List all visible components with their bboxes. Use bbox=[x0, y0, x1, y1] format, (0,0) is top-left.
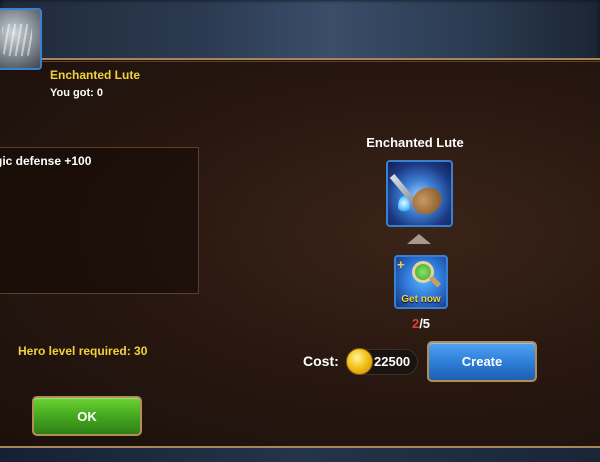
create-button-label: Create bbox=[461, 354, 503, 369]
craft-target-title: Enchanted Lute bbox=[366, 135, 464, 150]
owned-count: You got: 0 bbox=[50, 87, 103, 99]
material-count: 2/5 bbox=[394, 316, 448, 331]
background-scene-bottom bbox=[0, 448, 600, 462]
lute-icon[interactable] bbox=[0, 8, 42, 70]
lute-body bbox=[407, 182, 447, 220]
cost-value: 22500 bbox=[374, 354, 411, 369]
ok-button-label: OK bbox=[77, 408, 97, 424]
create-button[interactable]: Create bbox=[427, 341, 537, 382]
magnifier-handle bbox=[428, 275, 442, 288]
background-scene bbox=[0, 0, 600, 62]
material-need: /5 bbox=[419, 316, 431, 331]
get-now-label: Get now bbox=[401, 294, 441, 305]
item-title: Enchanted Lute bbox=[50, 68, 141, 82]
gold-coin-icon bbox=[346, 348, 373, 375]
lute-strings bbox=[2, 24, 32, 56]
up-arrow-icon bbox=[407, 234, 431, 244]
stat-line: gic defense +100 bbox=[0, 154, 92, 168]
hero-level-required: Hero level required: 30 bbox=[18, 344, 148, 358]
ok-button[interactable]: OK bbox=[32, 396, 142, 436]
get-now-slot[interactable]: + Get now bbox=[394, 255, 448, 309]
cost-label: Cost: bbox=[303, 353, 339, 369]
stats-box bbox=[0, 147, 199, 294]
plus-icon: + bbox=[397, 257, 405, 272]
magic-flame bbox=[398, 196, 410, 214]
enchanted-lute-icon[interactable] bbox=[386, 160, 453, 227]
